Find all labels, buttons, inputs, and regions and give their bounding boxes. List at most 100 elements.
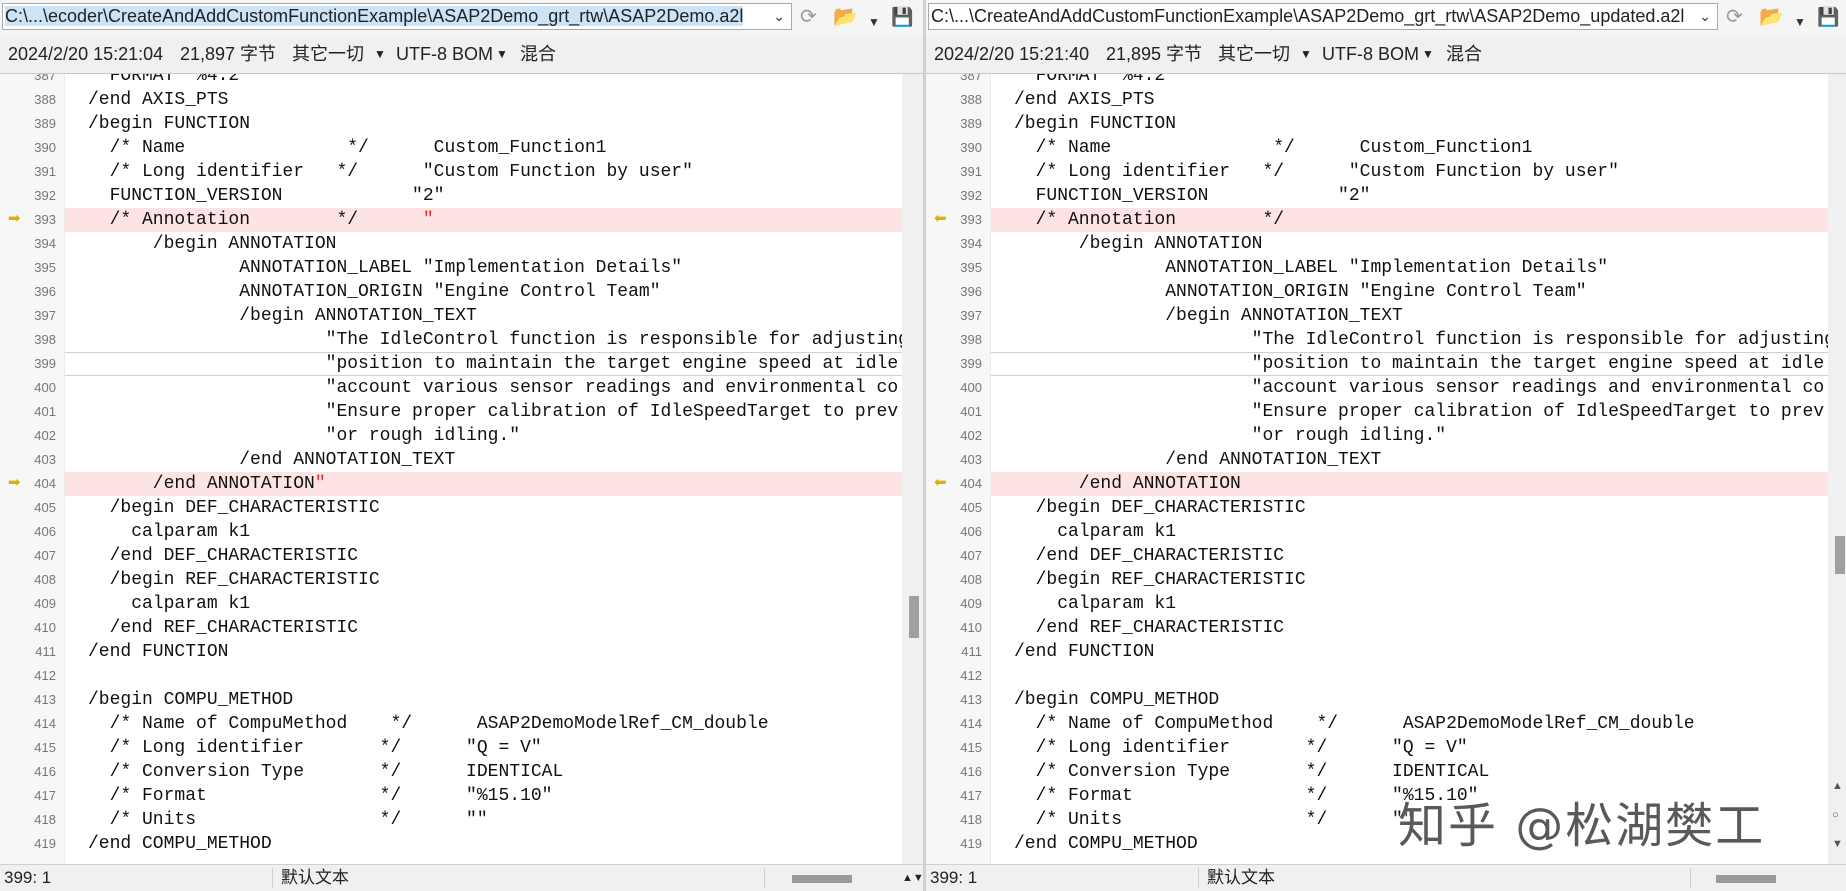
code-line[interactable]: 406 calparam k1 — [926, 520, 1828, 544]
code-line[interactable]: 397 /begin ANNOTATION_TEXT — [926, 304, 1828, 328]
code-line[interactable]: 414 /* Name of CompuMethod */ ASAP2DemoM… — [0, 712, 902, 736]
code-line[interactable]: 400 "account various sensor readings and… — [0, 376, 902, 400]
code-line[interactable]: 409 calparam k1 — [926, 592, 1828, 616]
diff-line[interactable]: ⬅ 393 /* Annotation */ — [926, 208, 1828, 232]
code-line[interactable]: 399 "position to maintain the target eng… — [926, 352, 1828, 376]
sync-icon[interactable]: ⟳ — [1726, 4, 1743, 30]
chevron-down-icon[interactable]: ▼ — [1422, 36, 1434, 73]
scrollbar-thumb[interactable] — [909, 596, 919, 638]
small-dropdown-icon[interactable]: ▼ — [868, 9, 880, 35]
code-line[interactable]: 402 "or rough idling." — [926, 424, 1828, 448]
code-line[interactable]: 416 /* Conversion Type */ IDENTICAL — [926, 760, 1828, 784]
right-text-editor[interactable]: 387 FORMAT "%4.2" 388/end AXIS_PTS 389/beg… — [926, 74, 1846, 864]
code-line[interactable]: 405 /begin DEF_CHARACTERISTIC — [926, 496, 1828, 520]
right-vertical-scrollbar[interactable]: ▲ ○ ▼ — [1828, 74, 1846, 864]
code-line[interactable]: 388/end AXIS_PTS — [926, 88, 1828, 112]
code-line[interactable]: 395 ANNOTATION_LABEL "Implementation Det… — [926, 256, 1828, 280]
code-line[interactable]: 412 — [0, 664, 902, 688]
left-text-editor[interactable]: 387 FORMAT "%4.2" 388/end AXIS_PTS 389/beg… — [0, 74, 923, 864]
code-line[interactable]: 410 /end REF_CHARACTERISTIC — [0, 616, 902, 640]
code-line[interactable]: 411/end FUNCTION — [0, 640, 902, 664]
code-line[interactable]: 398 "The IdleControl function is respons… — [0, 328, 909, 352]
right-horizontal-scroll-thumb[interactable] — [1716, 875, 1776, 883]
code-line[interactable]: 406 calparam k1 — [0, 520, 902, 544]
folder-open-icon[interactable]: 📂 — [1759, 4, 1784, 30]
scroll-down-icon[interactable]: ▼ — [1832, 838, 1843, 850]
save-icon[interactable]: 💾 — [891, 4, 913, 30]
code-line[interactable]: 398 "The IdleControl function is respons… — [926, 328, 1835, 352]
code-line[interactable]: 409 calparam k1 — [0, 592, 902, 616]
right-line-ending-selector[interactable]: 其它一切 — [1218, 36, 1290, 73]
code-line[interactable]: 413/begin COMPU_METHOD — [0, 688, 902, 712]
code-line[interactable]: 401 "Ensure proper calibration of IdleSp… — [926, 400, 1828, 424]
left-language-label[interactable]: 默认文本 — [281, 865, 349, 891]
code-line[interactable]: 411/end FUNCTION — [926, 640, 1828, 664]
code-line[interactable]: 410 /end REF_CHARACTERISTIC — [926, 616, 1828, 640]
code-line[interactable]: 396 ANNOTATION_ORIGIN "Engine Control Te… — [0, 280, 902, 304]
code-line[interactable]: 389/begin FUNCTION — [0, 112, 902, 136]
code-line[interactable]: 394 /begin ANNOTATION — [926, 232, 1828, 256]
code-line[interactable]: 407 /end DEF_CHARACTERISTIC — [0, 544, 902, 568]
left-line-ending-selector[interactable]: 其它一切 — [292, 36, 364, 73]
code-line[interactable]: 403 /end ANNOTATION_TEXT — [926, 448, 1828, 472]
small-dropdown-icon[interactable]: ▼ — [1794, 9, 1806, 35]
code-line[interactable]: 402 "or rough idling." — [0, 424, 902, 448]
code-line[interactable]: 392 FUNCTION_VERSION "2" — [926, 184, 1828, 208]
code-line[interactable]: 415 /* Long identifier */ "Q = V" — [926, 736, 1828, 760]
diff-line[interactable]: ➡ 393 /* Annotation */ " — [0, 208, 902, 232]
code-line[interactable]: 390 /* Name */ Custom_Function1 — [926, 136, 1828, 160]
code-line[interactable]: 401 "Ensure proper calibration of IdleSp… — [0, 400, 902, 424]
code-line[interactable]: 391 /* Long identifier */ "Custom Functi… — [0, 160, 902, 184]
code-content: calparam k1 — [88, 522, 251, 542]
code-line[interactable]: 408 /begin REF_CHARACTERISTIC — [926, 568, 1828, 592]
code-line[interactable]: 403 /end ANNOTATION_TEXT — [0, 448, 902, 472]
code-line[interactable]: 412 — [926, 664, 1828, 688]
right-encoding-selector[interactable]: UTF-8 BOM — [1322, 36, 1419, 73]
left-path-combobox[interactable]: C:\...\ecoder\CreateAndAddCustomFunction… — [2, 3, 792, 30]
code-line[interactable]: 395 ANNOTATION_LABEL "Implementation Det… — [0, 256, 902, 280]
chevron-down-icon[interactable]: ⌄ — [1699, 4, 1711, 29]
code-line[interactable]: 417 /* Format */ "%15.10" — [0, 784, 902, 808]
code-line[interactable]: 389/begin FUNCTION — [926, 112, 1828, 136]
sync-icon[interactable]: ⟳ — [800, 4, 817, 30]
right-language-label[interactable]: 默认文本 — [1207, 865, 1275, 891]
diff-line[interactable]: ⬅ 404 /end ANNOTATION — [926, 472, 1828, 496]
code-line[interactable]: 415 /* Long identifier */ "Q = V" — [0, 736, 902, 760]
code-line[interactable]: 416 /* Conversion Type */ IDENTICAL — [0, 760, 902, 784]
chevron-down-icon[interactable]: ▼ — [374, 36, 386, 73]
code-line[interactable]: 397 /begin ANNOTATION_TEXT — [0, 304, 902, 328]
code-text: "account various sensor readings and env… — [1014, 376, 1825, 400]
left-horizontal-scroll-thumb[interactable] — [792, 875, 852, 883]
code-line[interactable]: 391 /* Long identifier */ "Custom Functi… — [926, 160, 1828, 184]
scroll-up-icon[interactable]: ▲ — [1832, 780, 1843, 792]
code-line[interactable]: 390 /* Name */ Custom_Function1 — [0, 136, 902, 160]
code-line[interactable]: 387 FORMAT "%4.2" — [0, 74, 902, 88]
code-line[interactable]: 396 ANNOTATION_ORIGIN "Engine Control Te… — [926, 280, 1828, 304]
line-number: 411 — [35, 644, 56, 659]
code-line[interactable]: 400 "account various sensor readings and… — [926, 376, 1828, 400]
code-line[interactable]: 387 FORMAT "%4.2" — [926, 74, 1828, 88]
folder-open-icon[interactable]: 📂 — [833, 4, 858, 30]
code-line[interactable]: 407 /end DEF_CHARACTERISTIC — [926, 544, 1828, 568]
right-path-combobox[interactable]: C:\...\CreateAndAddCustomFunctionExample… — [928, 3, 1718, 30]
scroll-arrows-icon[interactable]: ▲▼ — [902, 865, 923, 891]
code-line[interactable]: 408 /begin REF_CHARACTERISTIC — [0, 568, 902, 592]
code-line[interactable]: 392 FUNCTION_VERSION "2" — [0, 184, 902, 208]
left-encoding-selector[interactable]: UTF-8 BOM — [396, 36, 493, 73]
code-line[interactable]: 419/end COMPU_METHOD — [0, 832, 902, 856]
scroll-center-icon[interactable]: ○ — [1832, 809, 1839, 821]
scrollbar-thumb[interactable] — [1835, 536, 1845, 574]
chevron-down-icon[interactable]: ▼ — [1300, 36, 1312, 73]
code-line[interactable]: 399 "position to maintain the target eng… — [0, 352, 902, 376]
chevron-down-icon[interactable]: ⌄ — [773, 4, 785, 29]
code-line[interactable]: 388/end AXIS_PTS — [0, 88, 902, 112]
code-line[interactable]: 414 /* Name of CompuMethod */ ASAP2DemoM… — [926, 712, 1828, 736]
code-line[interactable]: 413/begin COMPU_METHOD — [926, 688, 1828, 712]
chevron-down-icon[interactable]: ▼ — [496, 36, 508, 73]
code-line[interactable]: 405 /begin DEF_CHARACTERISTIC — [0, 496, 902, 520]
code-line[interactable]: 394 /begin ANNOTATION — [0, 232, 902, 256]
code-line[interactable]: 418 /* Units */ "" — [0, 808, 902, 832]
diff-line[interactable]: ➡ 404 /end ANNOTATION" — [0, 472, 902, 496]
left-vertical-scrollbar[interactable] — [902, 74, 923, 864]
save-icon[interactable]: 💾 — [1817, 4, 1839, 30]
